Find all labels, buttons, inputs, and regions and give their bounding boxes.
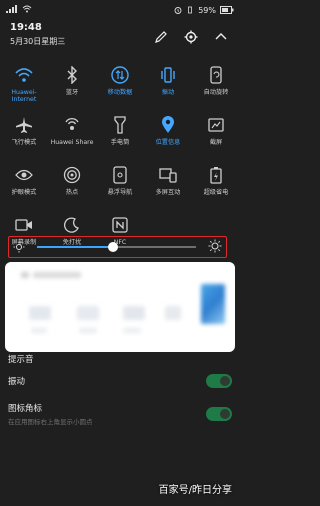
status-right: 59%	[174, 6, 234, 15]
tile-label: 振动	[161, 89, 175, 96]
tile-auto-rotate[interactable]: 自动旋转	[192, 64, 240, 108]
screen-record-icon	[13, 214, 35, 236]
brightness-high-icon	[208, 238, 222, 257]
tile-wifi[interactable]: Huawei- Internet	[0, 64, 48, 108]
blurred-block	[77, 306, 99, 320]
screenshot-icon	[205, 114, 227, 136]
mobile-data-icon	[109, 64, 131, 86]
hotspot-icon	[61, 164, 83, 186]
setting-subtitle: 在应用图标右上角显示小圆点	[8, 418, 93, 426]
watermark: 百家号/昨日分享	[158, 485, 232, 496]
power-saving-icon	[205, 164, 227, 186]
vibrate-toggle[interactable]	[206, 374, 232, 388]
auto-rotate-icon	[205, 64, 227, 86]
quick-settings-header: 19:48 5月30日星期三	[10, 22, 230, 56]
signal-icon	[6, 5, 18, 15]
blurred-block	[29, 306, 51, 320]
blurred-text	[33, 272, 81, 278]
tile-eye-comfort[interactable]: 护眼模式	[0, 164, 48, 208]
brightness-slider[interactable]	[37, 242, 196, 252]
multi-screen-icon	[157, 164, 179, 186]
nfc-icon	[109, 214, 131, 236]
tile-label: 多屏互动	[155, 189, 181, 196]
flashlight-icon	[109, 114, 131, 136]
blurred-icon	[21, 272, 29, 278]
settings-list: 提示音 振动 图标角标 在应用图标右上角显示小圆点	[8, 352, 232, 432]
tile-vibrate[interactable]: 振动	[144, 64, 192, 108]
vibrate-status-icon	[186, 6, 194, 14]
blurred-text	[31, 328, 47, 333]
blurred-text	[123, 328, 141, 333]
vibrate-icon	[157, 64, 179, 86]
tile-mobile-data[interactable]: 移动数据	[96, 64, 144, 108]
blurred-block	[123, 306, 145, 320]
tile-label: 超级省电	[203, 189, 229, 196]
brightness-fill	[37, 246, 114, 248]
tile-label: 悬浮导航	[107, 189, 133, 196]
do-not-disturb-icon	[61, 214, 83, 236]
status-left	[6, 5, 32, 15]
battery-percent: 59%	[198, 5, 216, 15]
notification-card[interactable]	[5, 262, 235, 352]
badge-toggle[interactable]	[206, 407, 232, 421]
wifi-icon	[13, 64, 35, 86]
tile-label: Huawei- Internet	[11, 89, 37, 104]
settings-row-vibrate[interactable]: 振动	[8, 366, 232, 396]
tile-huawei-share[interactable]: Huawei Share	[48, 114, 96, 158]
quick-tiles-grid: Huawei- Internet 蓝牙 移动数据 振动 自动旋转 飞行模式 Hu…	[0, 64, 240, 258]
settings-row-prompt-tone[interactable]: 提示音	[8, 352, 232, 366]
tile-label: 位置信息	[155, 139, 181, 146]
setting-title: 图标角标	[8, 404, 43, 414]
airplane-icon	[13, 114, 35, 136]
tile-screenshot[interactable]: 截屏	[192, 114, 240, 158]
brightness-low-icon	[13, 238, 25, 257]
tile-airplane[interactable]: 飞行模式	[0, 114, 48, 158]
alarm-icon	[174, 6, 182, 14]
edit-icon[interactable]	[152, 28, 170, 46]
tile-bluetooth[interactable]: 蓝牙	[48, 64, 96, 108]
floating-nav-icon	[109, 164, 131, 186]
tile-label: 护眼模式	[11, 189, 37, 196]
tile-hotspot[interactable]: 热点	[48, 164, 96, 208]
tile-flashlight[interactable]: 手电筒	[96, 114, 144, 158]
gear-icon[interactable]	[182, 28, 200, 46]
setting-title: 提示音	[8, 355, 34, 365]
wifi-status-icon	[22, 5, 32, 15]
setting-title: 振动	[8, 377, 26, 387]
location-icon	[157, 114, 179, 136]
eye-comfort-icon	[13, 164, 35, 186]
settings-row-badge[interactable]: 图标角标 在应用图标右上角显示小圆点	[8, 396, 232, 432]
tile-label: 热点	[65, 189, 79, 196]
bluetooth-icon	[61, 64, 83, 86]
tile-label: 手电筒	[110, 139, 130, 146]
tile-floating-nav[interactable]: 悬浮导航	[96, 164, 144, 208]
blurred-text	[79, 328, 97, 333]
tile-location[interactable]: 位置信息	[144, 114, 192, 158]
tile-label: Huawei Share	[50, 139, 94, 146]
tile-power-saving[interactable]: 超级省电	[192, 164, 240, 208]
tile-label: 自动旋转	[203, 89, 229, 96]
brightness-row	[8, 236, 227, 258]
huawei-share-icon	[61, 114, 83, 136]
tile-multi-screen[interactable]: 多屏互动	[144, 164, 192, 208]
tile-label: 截屏	[209, 139, 223, 146]
tile-label: 移动数据	[107, 89, 133, 96]
status-bar: 59%	[0, 0, 240, 20]
tile-label: 蓝牙	[65, 89, 79, 96]
blurred-block	[165, 306, 181, 320]
blurred-thumbnail	[201, 284, 225, 324]
header-actions	[152, 28, 230, 46]
collapse-icon[interactable]	[212, 28, 230, 46]
brightness-knob[interactable]	[108, 242, 119, 252]
tile-label: 飞行模式	[11, 139, 37, 146]
battery-icon	[220, 6, 234, 14]
